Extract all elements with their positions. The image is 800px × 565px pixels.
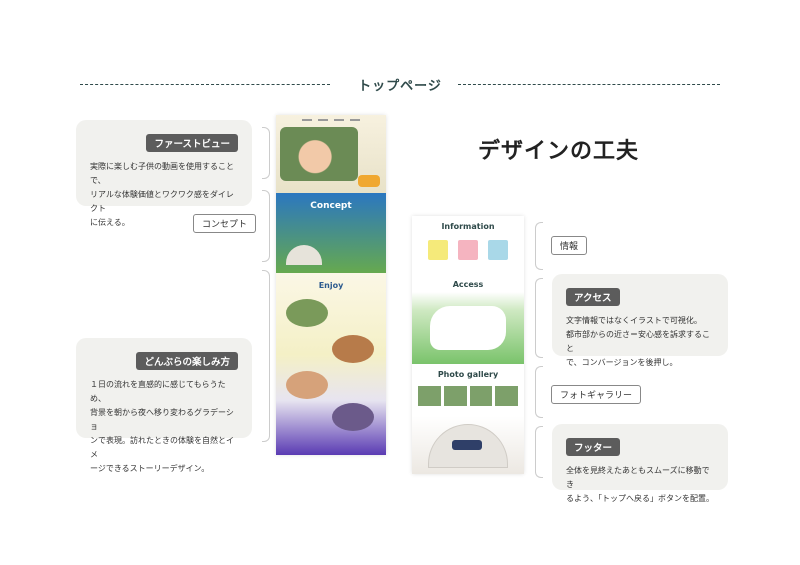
page-title: トップページ: [358, 79, 442, 94]
enjoy-heading: Enjoy: [318, 281, 344, 290]
mockup-footer: [412, 416, 524, 474]
mockup-access: Access: [412, 274, 524, 364]
mockup-concept: Concept: [276, 193, 386, 273]
header-line-right: [458, 84, 720, 85]
first-view-card: ファーストビュー 実際に楽しむ子供の動画を使用することで、 リアルな体験価値とワ…: [76, 120, 252, 227]
enjoy-tag: どんぶらの楽しみ方: [136, 352, 238, 370]
concept-heading: Concept: [310, 201, 352, 211]
mockup-gallery: Photo gallery: [412, 364, 524, 416]
first-view-tag: ファーストビュー: [146, 134, 238, 152]
gallery-label: フォトギャラリー: [551, 385, 642, 404]
mockup-nav: [276, 119, 386, 125]
info-heading: Information: [441, 222, 495, 231]
bracket-gallery: [535, 366, 543, 418]
enjoy-card: どんぶらの楽しみ方 １日の流れを直感的に感じてもらうため、 背景を朝から夜へ移り…: [76, 338, 252, 473]
gallery-photos: [418, 386, 518, 406]
concept-label: コンセプト: [193, 214, 257, 233]
footer-tag: フッター: [566, 438, 621, 456]
access-map: [430, 306, 506, 350]
access-tag: アクセス: [566, 288, 620, 306]
info-label: 情報: [551, 236, 588, 255]
bracket-info: [535, 222, 543, 270]
mockup-information: Information: [412, 216, 524, 274]
access-desc: 文字情報ではなくイラストで可視化。 都市部からの近さ＝安心感を訴求すること で、…: [566, 316, 710, 367]
mockup-enjoy: Enjoy: [276, 273, 386, 455]
footer-logo: [452, 440, 482, 450]
design-title: デザインの工夫: [478, 139, 640, 164]
enjoy-photo-1: [286, 299, 328, 327]
bracket-concept: [262, 190, 270, 262]
footer-desc: 全体を見終えたあともスムーズに移動でき るよう、「トップへ戻る」ボタンを配置。: [566, 466, 714, 503]
bracket-access: [535, 278, 543, 358]
enjoy-photo-2: [332, 335, 374, 363]
note-blue: [488, 240, 508, 260]
bracket-first-view: [262, 127, 270, 179]
mockup-top-page: Concept Enjoy: [276, 115, 386, 455]
note-pink: [458, 240, 478, 260]
enjoy-desc: １日の流れを直感的に感じてもらうため、 背景を朝から夜へ移り変わるグラデーショ …: [90, 380, 234, 473]
gallery-heading: Photo gallery: [437, 370, 499, 379]
access-heading: Access: [452, 280, 484, 289]
child-photo: [280, 127, 358, 181]
enjoy-photo-4: [332, 403, 374, 431]
dome-icon: [286, 245, 322, 265]
enjoy-photo-3: [286, 371, 328, 399]
footer-card: フッター 全体を見終えたあともスムーズに移動でき るよう、「トップへ戻る」ボタン…: [552, 424, 728, 503]
bracket-footer: [535, 426, 543, 478]
logo-icon: [358, 175, 380, 187]
bracket-enjoy: [262, 270, 270, 442]
access-card: アクセス 文字情報ではなくイラストで可視化。 都市部からの近さ＝安心感を訴求する…: [552, 274, 728, 367]
header-line-left: [80, 84, 330, 85]
mockup-first-view: [276, 115, 386, 193]
mockup-bottom-page: Information Access Photo gallery: [412, 216, 524, 474]
note-yellow: [428, 240, 448, 260]
